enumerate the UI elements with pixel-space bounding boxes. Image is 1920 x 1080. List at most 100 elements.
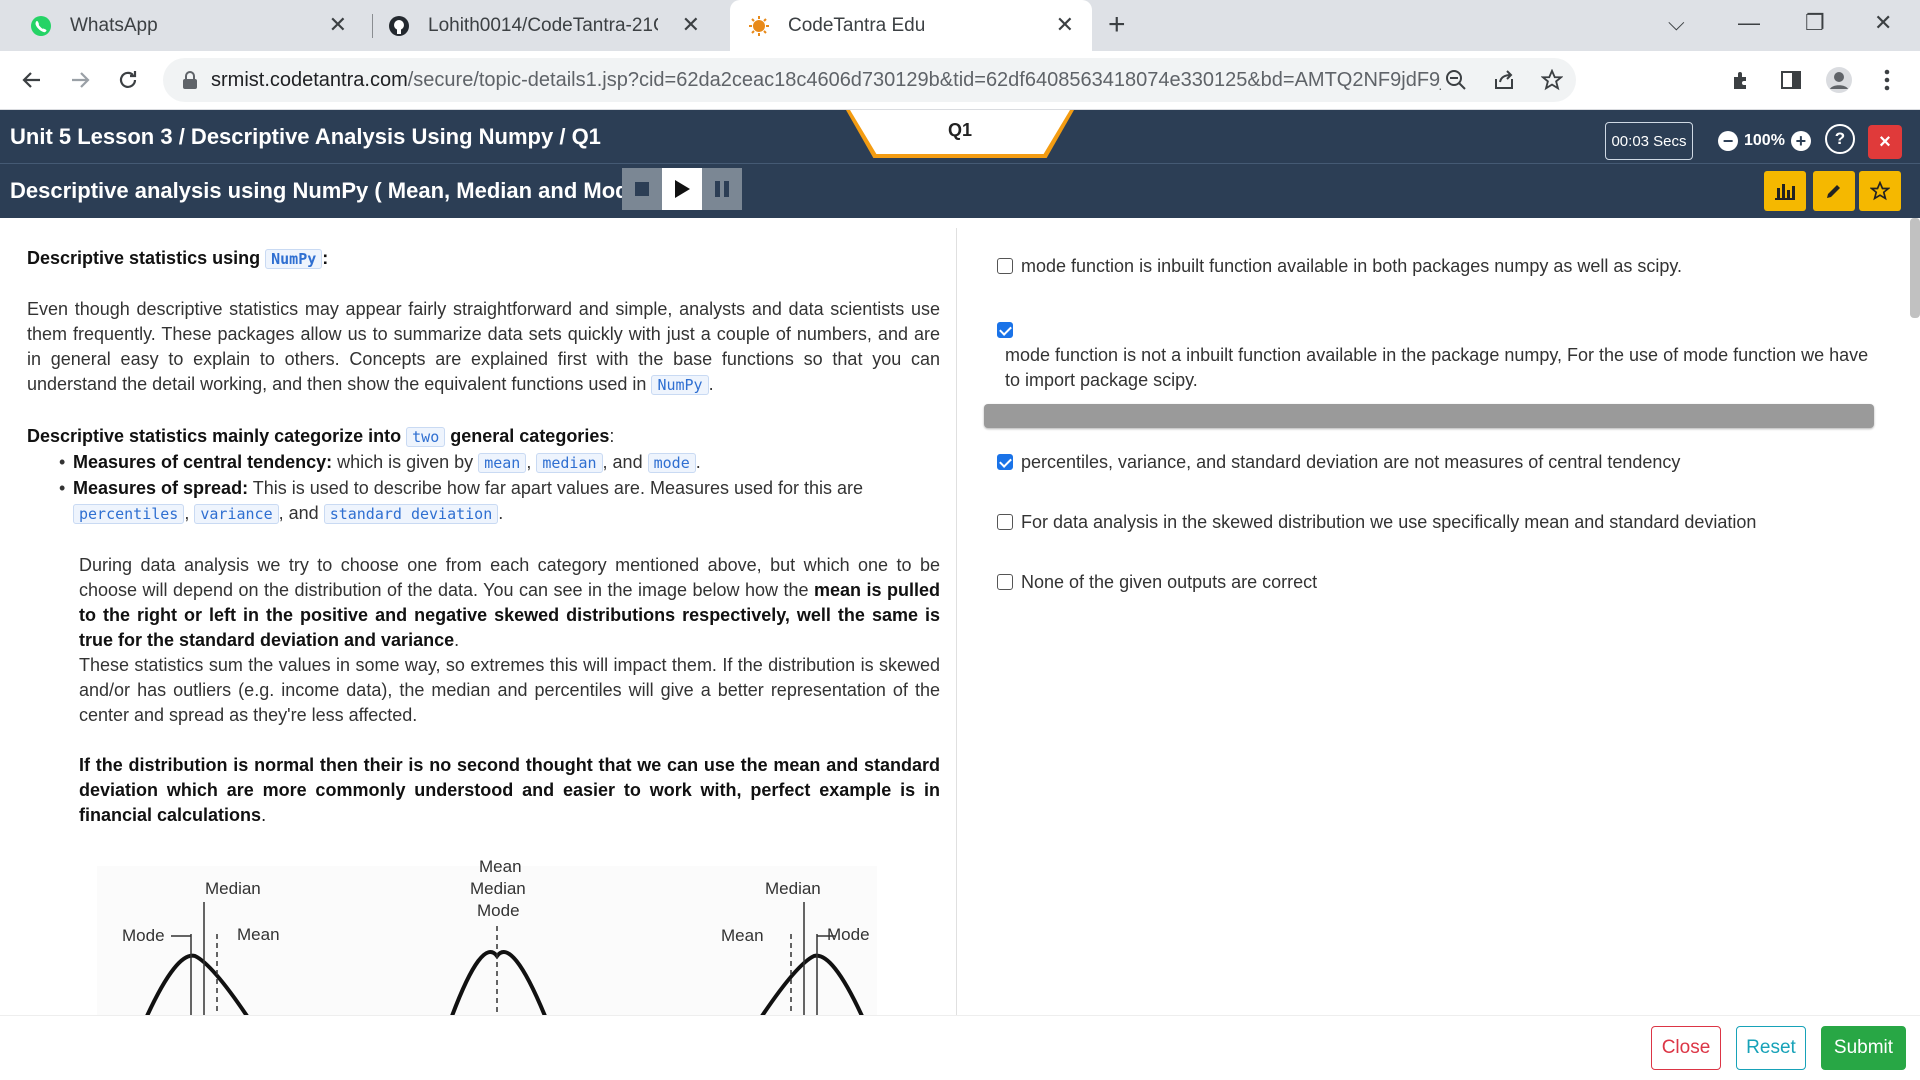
share-icon[interactable] bbox=[1480, 69, 1528, 91]
intro-text: Even though descriptive statistics may a… bbox=[27, 299, 940, 394]
timer: 00:03 Secs bbox=[1605, 122, 1693, 160]
code-mode: mode bbox=[647, 453, 696, 473]
close-icon[interactable]: ✕ bbox=[329, 13, 347, 37]
star-outline-icon bbox=[1870, 181, 1890, 201]
tab-codetantra[interactable]: CodeTantra Edu ✕ bbox=[730, 0, 1092, 51]
central-tendency-label: Measures of central tendency: bbox=[73, 452, 333, 472]
codetantra-icon bbox=[748, 15, 770, 37]
option-text: None of the given outputs are correct bbox=[1021, 572, 1318, 592]
topic-title: Descriptive analysis using NumPy ( Mean,… bbox=[10, 178, 649, 203]
code-percentiles: percentiles bbox=[73, 504, 185, 524]
figure-left-mode: Mode bbox=[122, 926, 165, 945]
resize-handle[interactable] bbox=[984, 404, 1874, 428]
pause-button[interactable] bbox=[702, 168, 742, 210]
distribution-paragraph: During data analysis we try to choose on… bbox=[79, 553, 940, 828]
close-icon[interactable]: ✕ bbox=[682, 13, 700, 37]
window-close-icon[interactable]: ✕ bbox=[1874, 10, 1892, 36]
figure-right-median: Median bbox=[765, 879, 821, 898]
help-button[interactable]: ? bbox=[1825, 124, 1855, 154]
sidebar-icon[interactable] bbox=[1775, 64, 1807, 96]
code-numpy: NumPy bbox=[265, 249, 323, 269]
tab-title: Lohith0014/CodeTantra-21CSS10 bbox=[428, 14, 658, 36]
spread-label: Measures of spread: bbox=[73, 478, 249, 498]
lock-icon[interactable] bbox=[179, 69, 201, 91]
zoom-level: 100% bbox=[1744, 132, 1785, 149]
checkbox[interactable] bbox=[997, 322, 1013, 339]
tab-separator bbox=[372, 14, 373, 38]
close-button[interactable]: Close bbox=[1651, 1026, 1721, 1070]
code-standard-deviation: standard deviation bbox=[323, 504, 499, 524]
option-text: mode function is inbuilt function availa… bbox=[1021, 256, 1683, 276]
zoom-minus-icon[interactable]: − bbox=[1718, 131, 1738, 151]
breadcrumb: Unit 5 Lesson 3 / Descriptive Analysis U… bbox=[10, 124, 601, 149]
tab-github[interactable]: Lohith0014/CodeTantra-21CSS10 ✕ bbox=[388, 0, 718, 51]
play-button[interactable] bbox=[662, 168, 702, 210]
forward-icon[interactable] bbox=[64, 64, 96, 96]
option-4[interactable]: For data analysis in the skewed distribu… bbox=[997, 510, 1756, 535]
lesson-panel: Descriptive statistics using NumPy: Even… bbox=[0, 218, 956, 1015]
footer-bar: Close Reset Submit bbox=[0, 1015, 1920, 1080]
code-variance: variance bbox=[194, 504, 279, 524]
minimize-icon[interactable]: — bbox=[1738, 10, 1760, 36]
option-text: mode function is not a inbuilt function … bbox=[1005, 345, 1869, 390]
reload-icon[interactable] bbox=[112, 64, 144, 96]
lesson-heading-colon: : bbox=[322, 248, 329, 268]
lesson-heading-text: Descriptive statistics using bbox=[27, 248, 261, 268]
intro-paragraph: Even though descriptive statistics may a… bbox=[27, 299, 940, 395]
and-text: and bbox=[612, 452, 643, 472]
bookmark-button[interactable] bbox=[1859, 171, 1901, 211]
chevron-down-icon[interactable]: ⌵ bbox=[1668, 10, 1685, 36]
zoom-out-icon[interactable] bbox=[1432, 69, 1480, 91]
star-icon[interactable] bbox=[1528, 69, 1576, 91]
option-2[interactable]: mode function is not a inbuilt function … bbox=[997, 318, 1875, 393]
categories-heading-a: Descriptive statistics mainly categorize… bbox=[27, 426, 402, 446]
stop-button[interactable] bbox=[622, 168, 662, 210]
whatsapp-icon bbox=[30, 15, 52, 37]
tab-whatsapp[interactable]: WhatsApp ✕ bbox=[30, 0, 365, 51]
checkbox[interactable] bbox=[997, 574, 1013, 591]
app-header: Unit 5 Lesson 3 / Descriptive Analysis U… bbox=[0, 110, 1920, 218]
back-icon[interactable] bbox=[16, 64, 48, 96]
question-tab[interactable]: Q1 bbox=[850, 110, 1070, 154]
menu-icon[interactable] bbox=[1871, 64, 1903, 96]
close-app-button[interactable]: × bbox=[1868, 125, 1902, 159]
figure-right-mode: Mode bbox=[827, 925, 870, 944]
url-text: srmist.codetantra.com/secure/topic-detai… bbox=[211, 69, 1441, 92]
profile-icon[interactable] bbox=[1823, 64, 1855, 96]
submit-button[interactable]: Submit bbox=[1821, 1026, 1906, 1070]
new-tab-button[interactable]: + bbox=[1108, 10, 1126, 40]
outliers-paragraph: These statistics sum the values in some … bbox=[79, 655, 940, 725]
stats-button[interactable] bbox=[1764, 171, 1806, 211]
close-icon[interactable]: ✕ bbox=[1056, 13, 1074, 37]
zoom-control: − 100% + bbox=[1712, 126, 1817, 156]
list-item: Measures of spread: This is used to desc… bbox=[59, 476, 940, 527]
edit-button[interactable] bbox=[1813, 171, 1855, 211]
code-median: median bbox=[536, 453, 603, 473]
restore-icon[interactable]: ❐ bbox=[1805, 10, 1825, 36]
url-path: /secure/topic-details1.jsp?cid=62da2ceac… bbox=[407, 68, 1441, 91]
category-list: Measures of central tendency: which is g… bbox=[59, 450, 940, 527]
skew-distribution-figure: Median Mode Mean Mean Median Mode Median… bbox=[97, 857, 877, 1015]
reset-button[interactable]: Reset bbox=[1736, 1026, 1806, 1070]
checkbox[interactable] bbox=[997, 454, 1013, 471]
checkbox[interactable] bbox=[997, 514, 1013, 531]
tab-title: WhatsApp bbox=[70, 14, 158, 36]
checkbox[interactable] bbox=[997, 258, 1013, 275]
tab-title: CodeTantra Edu bbox=[788, 14, 926, 36]
option-5[interactable]: None of the given outputs are correct bbox=[997, 570, 1317, 595]
normal-paragraph: If the distribution is normal then their… bbox=[79, 755, 940, 825]
zoom-plus-icon[interactable]: + bbox=[1790, 131, 1811, 151]
distribution-text: During data analysis we try to choose on… bbox=[79, 555, 940, 600]
play-icon bbox=[675, 180, 690, 198]
extensions-icon[interactable] bbox=[1726, 64, 1758, 96]
option-1[interactable]: mode function is inbuilt function availa… bbox=[997, 254, 1682, 279]
scrollbar[interactable] bbox=[1910, 218, 1920, 318]
bar-chart-icon bbox=[1775, 184, 1795, 200]
option-3[interactable]: percentiles, variance, and standard devi… bbox=[997, 450, 1680, 475]
code-numpy: NumPy bbox=[651, 375, 709, 395]
pause-icon bbox=[715, 181, 729, 197]
normal-text: If the distribution is normal then their… bbox=[79, 755, 940, 825]
address-bar[interactable]: srmist.codetantra.com/secure/topic-detai… bbox=[163, 58, 1576, 102]
code-mean: mean bbox=[478, 453, 527, 473]
stop-icon bbox=[635, 182, 649, 196]
